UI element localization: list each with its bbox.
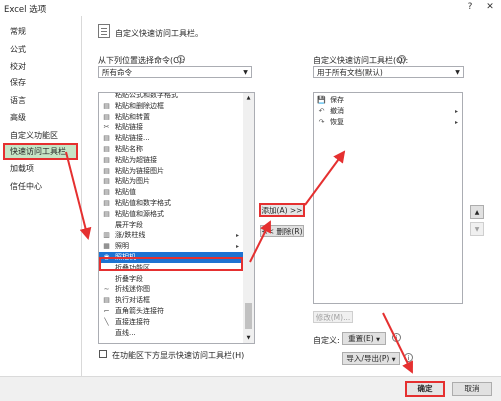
annotation-arrows — [65, 150, 413, 374]
arrow-to-ok — [382, 312, 413, 374]
arrow-sidebar-to-list — [65, 151, 92, 240]
arrow-add-to-qat — [304, 150, 346, 206]
arrow-list-to-add — [249, 220, 271, 263]
